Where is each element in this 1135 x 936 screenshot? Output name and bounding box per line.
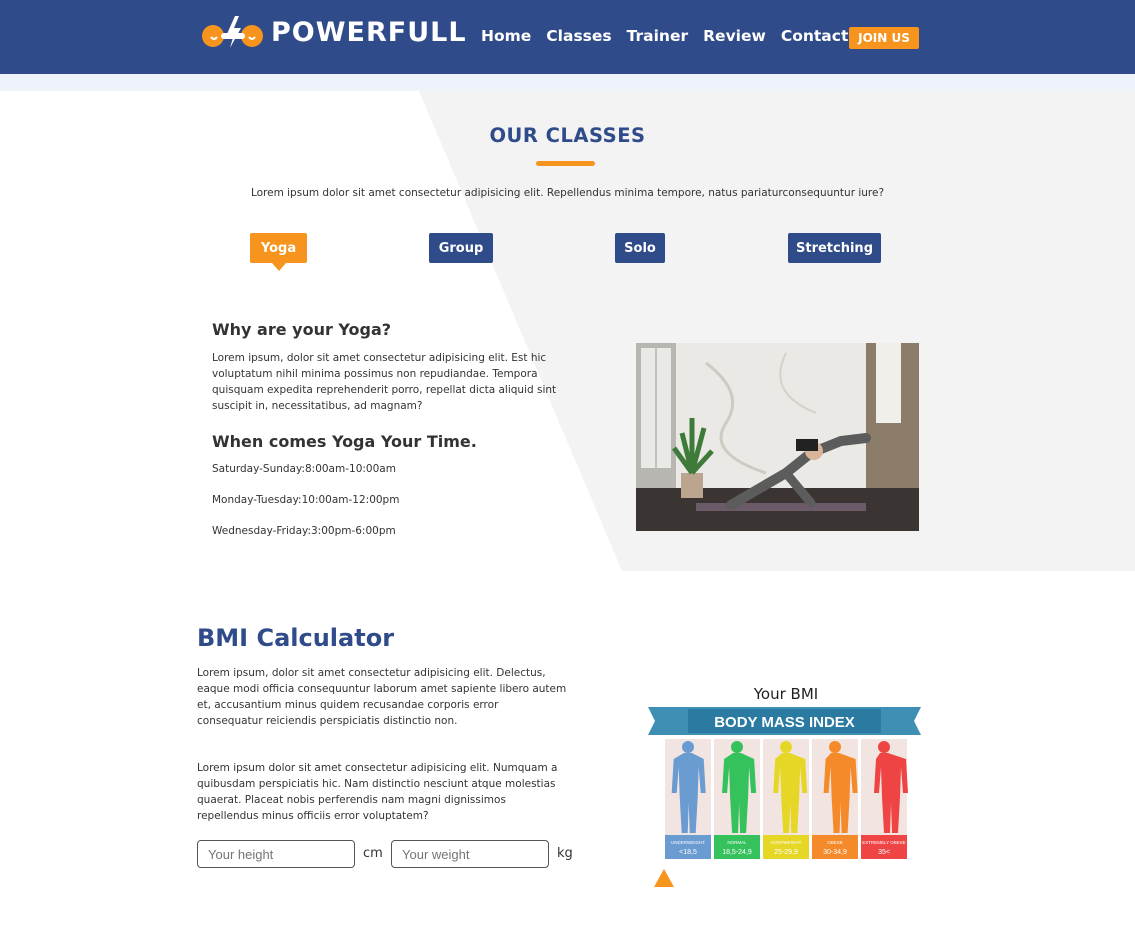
bmi-figure-head [829,741,841,753]
nav-trainer[interactable]: Trainer [627,27,688,45]
nav-review[interactable]: Review [703,27,766,45]
bmi-category-name: NORMAL [727,840,747,845]
join-us-button[interactable]: JOIN US [849,27,919,49]
height-input[interactable] [197,840,355,868]
bmi-figure-head [682,741,694,753]
bmi-category-range: 18,5-24,9 [722,849,752,856]
nav-home[interactable]: Home [481,27,531,45]
brand-name: POWERFULL [271,16,467,48]
bmi-title: BMI Calculator [197,624,395,652]
tab-yoga[interactable]: Yoga [250,233,307,271]
classes-title: OUR CLASSES [489,124,646,147]
tab-solo-label: Solo [624,240,656,256]
yoga-photo [636,343,919,531]
bmi-category-columns: UNDERWEIGHT <18,5 NORMAL 18,5-24,9 OVERWEIGH… [665,739,908,859]
bmi-category-name: UNDERWEIGHT [671,840,705,845]
tab-yoga-label: Yoga [260,240,297,256]
bmi-pointer-icon [654,869,674,887]
tab-group-label: Group [438,240,484,256]
bmi-paragraph-1: Lorem ipsum, dolor sit amet consectetur … [197,667,567,727]
active-tab-arrow [271,263,286,271]
schedule-item: Monday-Tuesday:10:00am-12:00pm [212,494,400,506]
tab-group[interactable]: Group [429,233,493,263]
bmi-chart-image: BODY MASS INDEX UNDERWEIGHT <18,5 NORMAL 18… [648,707,921,859]
bmi-figure-head [878,741,890,753]
bmi-category-range: 25-29,9 [774,849,798,856]
schedule-item: Saturday-Sunday:8:00am-10:00am [212,463,396,475]
bmi-category-range: 30-34,9 [823,849,847,856]
nav-contact[interactable]: Contact [781,27,849,45]
bmi-figure-head [731,741,743,753]
why-text: Lorem ipsum, dolor sit amet consectetur … [212,352,557,412]
nav-classes[interactable]: Classes [546,27,611,45]
schedule-item: Wednesday-Friday:3:00pm-6:00pm [212,525,396,537]
bmi-category-name: EXTREMELY OBESE [862,840,906,845]
weight-input[interactable] [391,840,549,868]
brand-logo[interactable]: POWERFULL [199,14,467,50]
when-heading: When comes Yoga Your Time. [212,432,477,451]
bmi-figure-head [780,741,792,753]
why-heading: Why are your Yoga? [212,320,392,339]
bmi-chart-banner: BODY MASS INDEX [714,714,855,731]
bmi-category-range: <18,5 [679,849,697,856]
dumbbell-bolt-icon [202,16,263,48]
tab-stretching-label: Stretching [796,240,873,256]
navbar: POWERFULL Home Classes Trainer Review Co… [0,0,1135,74]
bmi-category-name: OVERWEIGHT [771,840,802,845]
weight-unit: kg [557,846,573,861]
bmi-result-label: Your BMI [753,685,819,703]
tab-stretching[interactable]: Stretching [788,233,881,263]
height-unit: cm [363,846,383,861]
tab-solo[interactable]: Solo [615,233,665,263]
bmi-category-range: 35< [878,849,890,856]
bmi-category-name: OBESE [827,840,843,845]
bmi-paragraph-2: Lorem ipsum dolor sit amet consectetur a… [197,762,558,822]
title-underline [536,161,595,166]
section-top-strip [0,74,1135,91]
classes-intro: Lorem ipsum dolor sit amet consectetur a… [250,187,885,199]
nav-links: Home Classes Trainer Review Contact [481,27,863,45]
